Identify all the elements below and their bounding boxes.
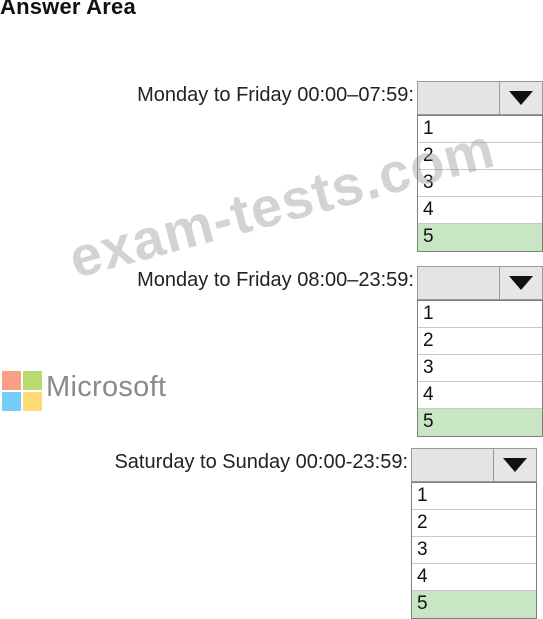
triangle-down-icon: [509, 276, 533, 290]
logo-square-blue: [2, 392, 21, 411]
dropdown-weekday-night[interactable]: [417, 81, 543, 115]
dropdown-weekday-day[interactable]: [417, 266, 543, 300]
logo-square-green: [23, 371, 42, 390]
option-5-selected[interactable]: 5: [412, 591, 536, 618]
row-label-weekday-night: Monday to Friday 00:00–07:59:: [137, 84, 414, 106]
row-label-weekday-day: Monday to Friday 08:00–23:59:: [137, 269, 414, 291]
option-1[interactable]: 1: [418, 301, 542, 328]
option-1[interactable]: 1: [412, 483, 536, 510]
microsoft-logo-icon: [2, 371, 42, 411]
dropdown-arrow-button[interactable]: [499, 267, 542, 299]
option-1[interactable]: 1: [418, 116, 542, 143]
option-list-weekday-day: 1 2 3 4 5: [417, 300, 543, 437]
option-list-weekend: 1 2 3 4 5: [411, 482, 537, 619]
row-label-weekend: Saturday to Sunday 00:00-23:59:: [114, 451, 408, 473]
option-3[interactable]: 3: [412, 537, 536, 564]
triangle-down-icon: [503, 458, 527, 472]
microsoft-logo-text: Microsoft: [46, 371, 167, 403]
option-4[interactable]: 4: [418, 197, 542, 224]
dropdown-arrow-button[interactable]: [499, 82, 542, 114]
option-2[interactable]: 2: [412, 510, 536, 537]
option-3[interactable]: 3: [418, 170, 542, 197]
option-5-selected[interactable]: 5: [418, 224, 542, 251]
dropdown-arrow-button[interactable]: [493, 449, 536, 481]
option-2[interactable]: 2: [418, 328, 542, 355]
option-list-weekday-night: 1 2 3 4 5: [417, 115, 543, 252]
option-3[interactable]: 3: [418, 355, 542, 382]
answer-area-title: Answer Area: [0, 0, 136, 19]
option-5-selected[interactable]: 5: [418, 409, 542, 436]
logo-square-red: [2, 371, 21, 390]
logo-square-yellow: [23, 392, 42, 411]
option-4[interactable]: 4: [412, 564, 536, 591]
option-4[interactable]: 4: [418, 382, 542, 409]
option-2[interactable]: 2: [418, 143, 542, 170]
triangle-down-icon: [509, 91, 533, 105]
dropdown-weekend[interactable]: [411, 448, 537, 482]
